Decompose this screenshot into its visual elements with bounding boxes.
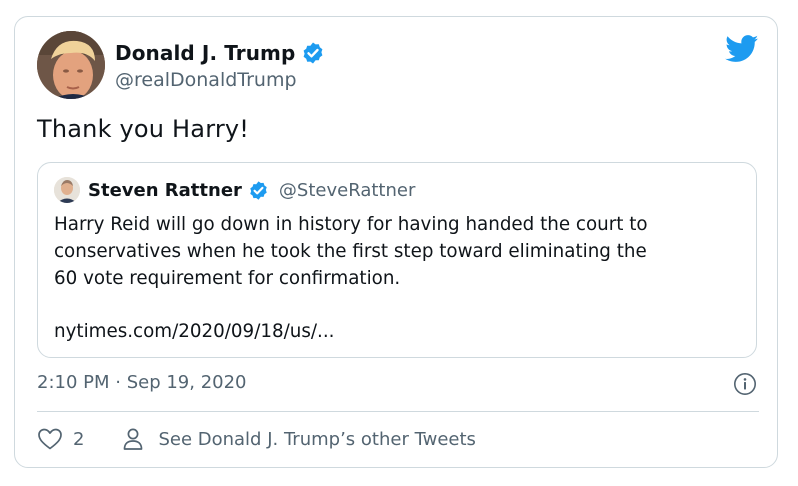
quoted-body-line: conservatives when he took the first ste…: [54, 241, 647, 262]
embedded-tweet-card[interactable]: Donald J. Trump @realDonaldTrump Thank y…: [14, 16, 778, 468]
quoted-tweet-link[interactable]: nytimes.com/2020/09/18/us/...: [54, 318, 334, 345]
quoted-body-line: 60 vote requirement for confirmation.: [54, 268, 401, 289]
see-other-tweets-label[interactable]: See Donald J. Trump’s other Tweets: [158, 429, 475, 450]
author-avatar[interactable]: [37, 31, 105, 99]
quoted-tweet-body: Harry Reid will go down in history for h…: [54, 211, 746, 292]
author-handle[interactable]: @realDonaldTrump: [115, 69, 297, 91]
author-avatar-image: [37, 31, 105, 99]
like-count: 2: [73, 428, 85, 450]
quoted-tweet[interactable]: Steven Rattner @SteveRattner Harry Reid …: [37, 162, 757, 358]
tweet-actions: 2 See Donald J. Trump’s other Tweets: [37, 427, 476, 451]
see-other-tweets-link[interactable]: See Donald J. Trump’s other Tweets: [122, 427, 476, 451]
twitter-bird-icon[interactable]: [725, 35, 759, 63]
divider: [37, 411, 759, 412]
quoted-body-line: Harry Reid will go down in history for h…: [54, 214, 648, 235]
verified-badge-icon: [304, 42, 323, 64]
author-name-row[interactable]: Donald J. Trump: [115, 41, 325, 65]
quoted-author-avatar-image: [54, 177, 80, 203]
tweet-text: Thank you Harry!: [37, 115, 250, 143]
quoted-verified-badge-icon: [250, 180, 267, 200]
like-button[interactable]: 2: [37, 427, 84, 451]
author-display-name[interactable]: Donald J. Trump: [115, 41, 295, 65]
quoted-author-name: Steven Rattner: [88, 179, 242, 201]
quoted-tweet-header: Steven Rattner @SteveRattner: [54, 177, 415, 203]
info-icon[interactable]: [733, 372, 757, 396]
quoted-author-avatar: [54, 177, 80, 203]
quoted-author-handle: @SteveRattner: [278, 179, 416, 201]
person-icon: [124, 428, 143, 450]
tweet-timestamp[interactable]: 2:10 PM · Sep 19, 2020: [37, 372, 247, 393]
heart-icon: [38, 428, 62, 450]
